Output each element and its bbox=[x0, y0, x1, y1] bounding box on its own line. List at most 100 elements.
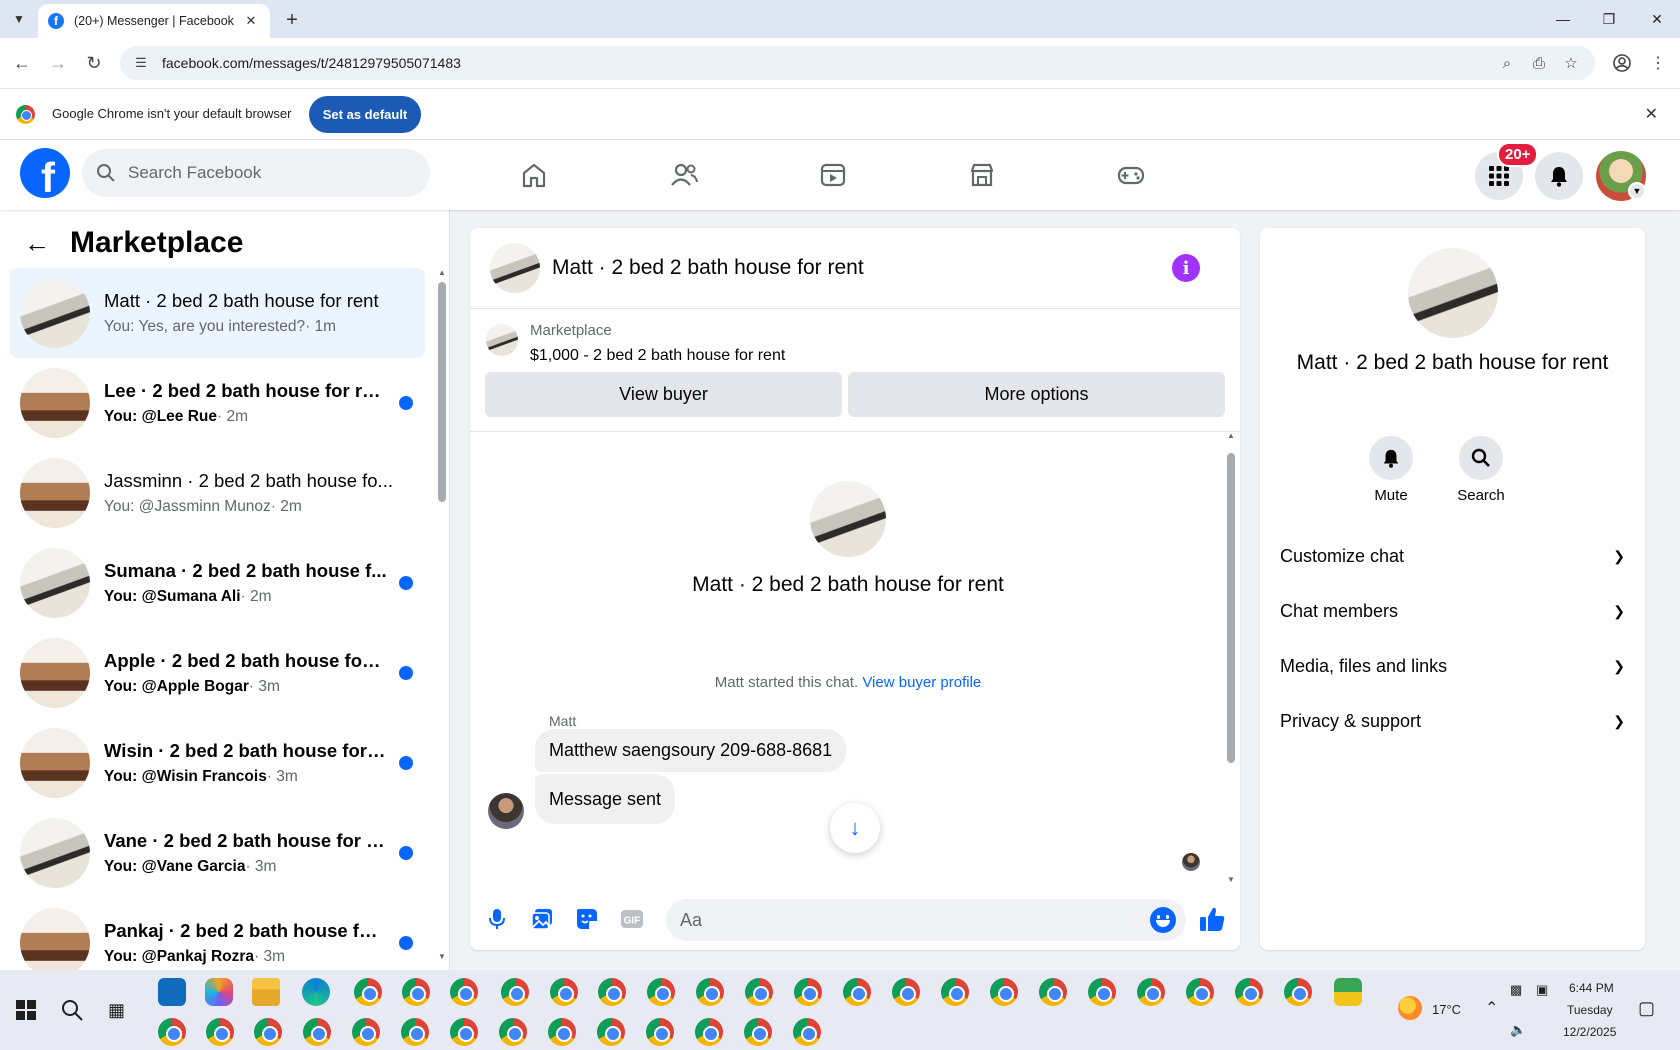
conversation-item[interactable]: Wisin · 2 bed 2 bath house for ... You: … bbox=[10, 718, 425, 808]
chrome-window-icon[interactable] bbox=[354, 978, 382, 1006]
new-tab-button[interactable]: + bbox=[280, 8, 304, 32]
clock-time[interactable]: 6:44 PM bbox=[1569, 981, 1614, 995]
account-caret-icon[interactable]: ▼ bbox=[1628, 182, 1646, 200]
mute-button[interactable]: Mute bbox=[1356, 436, 1426, 504]
chrome-window-icon[interactable] bbox=[941, 978, 969, 1006]
details-avatar[interactable] bbox=[1408, 248, 1498, 338]
chrome-window-icon[interactable] bbox=[548, 1018, 576, 1046]
notifications-button[interactable] bbox=[1535, 152, 1583, 200]
windows-start-icon[interactable] bbox=[16, 1000, 36, 1025]
sidebar-scrollbar[interactable]: ▲ ▼ bbox=[438, 268, 446, 961]
customize-chat-section[interactable]: Customize chat ❯ bbox=[1280, 530, 1625, 582]
conversation-item[interactable]: Sumana · 2 bed 2 bath house f... You: @S… bbox=[10, 538, 425, 628]
set-as-default-button[interactable]: Set as default bbox=[309, 96, 421, 133]
listing-price[interactable]: $1,000 - 2 bed 2 bath house for rent bbox=[530, 347, 785, 365]
chrome-window-icon[interactable] bbox=[990, 978, 1018, 1006]
view-buyer-profile-link[interactable]: View buyer profile bbox=[862, 674, 981, 691]
chrome-window-icon[interactable] bbox=[254, 1018, 282, 1046]
chrome-window-icon[interactable] bbox=[499, 1018, 527, 1046]
volume-icon[interactable]: 🔈 bbox=[1510, 1022, 1526, 1038]
app-icon[interactable] bbox=[1334, 978, 1362, 1006]
close-window-button[interactable]: ✕ bbox=[1634, 0, 1680, 38]
chrome-window-icon[interactable] bbox=[158, 1018, 186, 1046]
privacy-support-section[interactable]: Privacy & support ❯ bbox=[1280, 695, 1625, 747]
chat-scrollbar[interactable]: ▲ ▼ bbox=[1226, 431, 1236, 884]
sidebar-scroll-thumb[interactable] bbox=[438, 282, 446, 502]
message-input[interactable]: Aa bbox=[666, 899, 1186, 941]
chrome-window-icon[interactable] bbox=[793, 1018, 821, 1046]
nav-video-tab[interactable] bbox=[777, 140, 889, 210]
view-buyer-button[interactable]: View buyer bbox=[485, 372, 842, 417]
chat-avatar[interactable] bbox=[490, 243, 540, 293]
chrome-window-icon[interactable] bbox=[646, 1018, 674, 1046]
chrome-window-icon[interactable] bbox=[303, 1018, 331, 1046]
chrome-window-icon[interactable] bbox=[647, 978, 675, 1006]
chat-title[interactable]: Matt · 2 bed 2 bath house for rent bbox=[552, 256, 864, 280]
task-view-icon[interactable]: ▦ bbox=[108, 1000, 125, 1021]
clock-day[interactable]: Tuesday bbox=[1567, 1003, 1613, 1017]
chrome-window-icon[interactable] bbox=[1186, 978, 1214, 1006]
photo-attach-icon[interactable] bbox=[527, 904, 557, 934]
meet-now-icon[interactable]: ▩ bbox=[1510, 982, 1522, 998]
media-files-links-section[interactable]: Media, files and links ❯ bbox=[1280, 640, 1625, 692]
back-button[interactable]: ← bbox=[10, 51, 34, 75]
chrome-window-icon[interactable] bbox=[1088, 978, 1116, 1006]
copilot-icon[interactable] bbox=[205, 978, 233, 1006]
chrome-window-icon[interactable] bbox=[695, 1018, 723, 1046]
restore-window-button[interactable]: ❐ bbox=[1586, 0, 1632, 38]
chrome-window-icon[interactable] bbox=[1039, 978, 1067, 1006]
info-icon[interactable]: i bbox=[1172, 254, 1200, 282]
chrome-window-icon[interactable] bbox=[501, 978, 529, 1006]
sender-avatar[interactable] bbox=[488, 793, 524, 829]
site-info-icon[interactable]: ☰ bbox=[132, 54, 150, 72]
profile-account-icon[interactable] bbox=[1610, 51, 1634, 75]
clock-date[interactable]: 12/2/2025 bbox=[1563, 1025, 1616, 1039]
message-bubble[interactable]: Message sent bbox=[535, 774, 676, 824]
nav-friends-tab[interactable] bbox=[628, 140, 740, 210]
conversation-item[interactable]: Apple · 2 bed 2 bath house for ... You: … bbox=[10, 628, 425, 718]
nav-home-tab[interactable] bbox=[478, 140, 590, 210]
chrome-window-icon[interactable] bbox=[352, 1018, 380, 1046]
edge-icon[interactable] bbox=[302, 978, 330, 1006]
chrome-window-icon[interactable] bbox=[402, 978, 430, 1006]
chrome-window-icon[interactable] bbox=[1284, 978, 1312, 1006]
chrome-window-icon[interactable] bbox=[550, 978, 578, 1006]
chat-scroll-thumb[interactable] bbox=[1227, 453, 1235, 763]
network-icon[interactable]: ▣ bbox=[1536, 982, 1548, 998]
tab-search-dropdown-icon[interactable]: ▼ bbox=[8, 8, 30, 30]
weather-icon[interactable] bbox=[1398, 996, 1422, 1020]
conversation-item[interactable]: Matt · 2 bed 2 bath house for rent You: … bbox=[10, 268, 425, 358]
chrome-window-icon[interactable] bbox=[450, 1018, 478, 1046]
nav-gaming-tab[interactable] bbox=[1075, 140, 1187, 210]
chrome-window-icon[interactable] bbox=[206, 1018, 234, 1046]
forward-button[interactable]: → bbox=[46, 51, 70, 75]
taskbar-search-icon[interactable] bbox=[60, 998, 84, 1027]
facebook-logo-icon[interactable]: f bbox=[20, 148, 70, 198]
chrome-window-icon[interactable] bbox=[744, 1018, 772, 1046]
chat-members-section[interactable]: Chat members ❯ bbox=[1280, 585, 1625, 637]
zoom-icon[interactable]: ⌕ bbox=[1493, 49, 1521, 77]
outlook-icon[interactable] bbox=[158, 978, 186, 1006]
chrome-window-icon[interactable] bbox=[794, 978, 822, 1006]
microphone-icon[interactable] bbox=[482, 904, 512, 934]
show-hidden-icons-chevron-icon[interactable]: ⌃ bbox=[1485, 998, 1498, 1018]
notification-center-icon[interactable]: ▢ bbox=[1638, 998, 1655, 1019]
message-bubble[interactable]: Matthew saengsoury 209-688-8681 bbox=[535, 729, 847, 772]
bookmark-star-icon[interactable]: ☆ bbox=[1557, 49, 1585, 77]
minimize-window-button[interactable]: — bbox=[1540, 0, 1586, 38]
omnibox[interactable]: ☰ facebook.com/messages/t/24812979505071… bbox=[120, 46, 1595, 80]
install-app-icon[interactable]: ⎙ bbox=[1525, 49, 1553, 77]
url-text[interactable]: facebook.com/messages/t/2481297950507148… bbox=[162, 55, 1489, 71]
chrome-menu-icon[interactable]: ⋮ bbox=[1646, 51, 1670, 75]
more-options-button[interactable]: More options bbox=[848, 372, 1225, 417]
chrome-window-icon[interactable] bbox=[401, 1018, 429, 1046]
tab-close-icon[interactable]: ✕ bbox=[242, 13, 260, 29]
chrome-window-icon[interactable] bbox=[745, 978, 773, 1006]
scroll-to-bottom-button[interactable]: ↓ bbox=[830, 803, 880, 853]
infobar-close-icon[interactable]: ✕ bbox=[1645, 104, 1658, 124]
back-arrow-icon[interactable]: ← bbox=[24, 228, 54, 258]
chrome-window-icon[interactable] bbox=[597, 1018, 625, 1046]
chrome-window-icon[interactable] bbox=[892, 978, 920, 1006]
emoji-icon[interactable] bbox=[1150, 907, 1176, 933]
chrome-window-icon[interactable] bbox=[598, 978, 626, 1006]
